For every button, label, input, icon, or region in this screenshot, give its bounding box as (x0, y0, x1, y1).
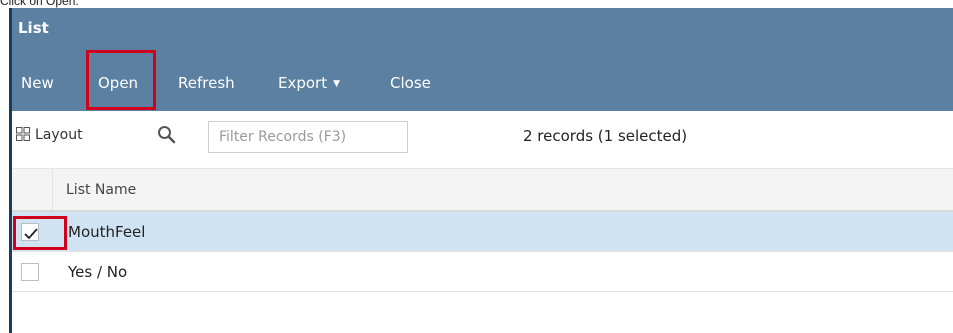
filter-records-input[interactable] (208, 121, 408, 153)
list-window: List New Open Refresh Export ▼ Close Layo… (12, 8, 953, 333)
row-checkbox[interactable] (21, 223, 39, 241)
refresh-button[interactable]: Refresh (178, 74, 235, 92)
filter-bar: Layout 2 records (1 selected) (12, 118, 953, 158)
list-name-cell: MouthFeel (68, 223, 146, 241)
list-name-cell: Yes / No (68, 263, 128, 281)
record-count: 2 records (1 selected) (523, 127, 688, 145)
window-header: List New Open Refresh Export ▼ Close (12, 8, 953, 111)
checkmark-icon (24, 228, 38, 240)
window-title: List (18, 19, 49, 37)
export-button[interactable]: Export ▼ (278, 74, 340, 92)
grid-header: List Name (12, 168, 953, 212)
records-grid: List Name MouthFeel Yes / No (12, 168, 953, 292)
row-checkbox[interactable] (21, 263, 39, 281)
close-button[interactable]: Close (390, 74, 431, 92)
layout-button[interactable]: Layout (16, 127, 83, 145)
search-icon[interactable] (156, 124, 178, 146)
check-column-divider (52, 169, 53, 210)
column-header-list-name[interactable]: List Name (66, 182, 136, 198)
export-button-label: Export (278, 74, 328, 92)
new-button[interactable]: New (21, 74, 54, 92)
open-button[interactable]: Open (98, 74, 138, 92)
layout-label: Layout (35, 127, 83, 143)
chevron-down-icon: ▼ (333, 79, 341, 89)
grid-layout-icon (16, 127, 30, 145)
table-row[interactable]: Yes / No (12, 252, 953, 292)
table-row[interactable]: MouthFeel (12, 212, 953, 252)
instruction-caption: Click on Open. (0, 0, 79, 8)
